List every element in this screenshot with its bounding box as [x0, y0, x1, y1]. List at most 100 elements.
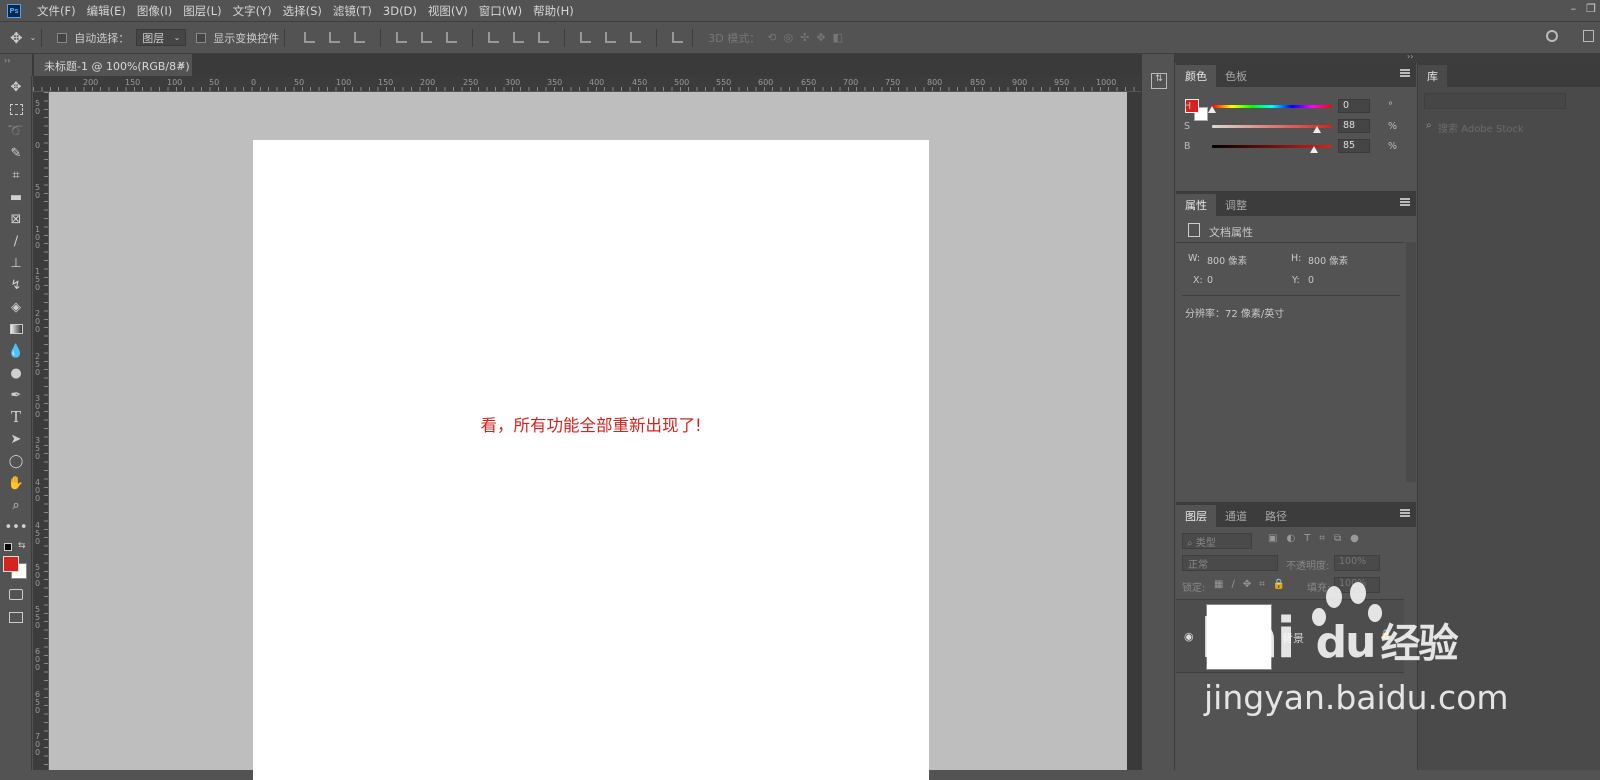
hue-slider[interactable]: H 0 °: [1184, 99, 1393, 113]
blend-mode-dropdown[interactable]: 正常: [1182, 555, 1278, 571]
tab-properties[interactable]: 属性: [1176, 194, 1216, 216]
document-tab[interactable]: 未标题-1 @ 100%(RGB/8#) ×: [34, 54, 192, 76]
roll-3d-icon[interactable]: ◎: [783, 31, 793, 44]
auto-select-dropdown[interactable]: 图层 ⌄: [136, 29, 187, 46]
screen-mode-icon[interactable]: [9, 612, 23, 623]
distribute-top-icon[interactable]: [488, 32, 500, 43]
pixel-filter-icon[interactable]: ▣: [1268, 533, 1277, 544]
hue-track[interactable]: [1212, 104, 1332, 108]
tab-paths[interactable]: 路径: [1256, 505, 1296, 527]
opacity-field[interactable]: 100%: [1334, 555, 1380, 571]
align-bottom-icon[interactable]: [354, 32, 366, 43]
clone-stamp-icon[interactable]: ⊥: [0, 252, 32, 274]
distribute-vcenter-icon[interactable]: [513, 32, 525, 43]
tool-preset[interactable]: ✥ ⌄: [10, 29, 36, 47]
distribute-hcenter-icon[interactable]: [605, 32, 617, 43]
menu-filter[interactable]: 滤镜(T): [333, 3, 372, 19]
shape-filter-icon[interactable]: ⌗: [1319, 533, 1325, 544]
quick-mask-icon[interactable]: [9, 589, 23, 600]
type-filter-icon[interactable]: T: [1304, 533, 1310, 544]
search-icon[interactable]: [1546, 30, 1558, 42]
layer-name[interactable]: 背景: [1282, 630, 1304, 646]
adjustment-filter-icon[interactable]: ◐: [1286, 533, 1295, 544]
close-icon[interactable]: ×: [177, 58, 186, 71]
blur-icon[interactable]: 💧: [0, 340, 32, 362]
menu-help[interactable]: 帮助(H): [533, 3, 574, 19]
hue-thumb[interactable]: [1208, 106, 1216, 113]
height-value[interactable]: 800 像素: [1308, 253, 1348, 267]
foreground-color-swatch[interactable]: [3, 556, 19, 572]
eye-icon[interactable]: ◉: [1184, 630, 1194, 643]
canvas-text-layer[interactable]: 看，所有功能全部重新出现了!: [253, 412, 929, 436]
document-canvas[interactable]: 看，所有功能全部重新出现了!: [253, 140, 929, 780]
tab-channels[interactable]: 通道: [1216, 505, 1256, 527]
width-value[interactable]: 800 像素: [1207, 253, 1247, 267]
move-tool-icon[interactable]: ✥: [0, 76, 32, 98]
fill-field[interactable]: 100%: [1334, 577, 1380, 593]
dodge-icon[interactable]: ●: [0, 362, 32, 384]
saturation-value[interactable]: 88: [1338, 119, 1370, 133]
layer-filter-dropdown[interactable]: ⌕ 类型: [1182, 533, 1252, 549]
menu-layer[interactable]: 图层(L): [183, 3, 221, 19]
scale-3d-icon[interactable]: ◧: [833, 31, 843, 44]
panel-menu-icon[interactable]: [1400, 69, 1410, 77]
smart-object-filter-icon[interactable]: ⧉: [1334, 533, 1341, 544]
lock-position-icon[interactable]: ✥: [1243, 579, 1251, 590]
x-value[interactable]: 0: [1207, 275, 1213, 286]
ellipse-icon[interactable]: ◯: [0, 450, 32, 472]
menu-view[interactable]: 视图(V): [428, 3, 468, 19]
align-hcenter-icon[interactable]: [421, 32, 433, 43]
workspace-icon[interactable]: [1583, 30, 1594, 42]
distribute-left-icon[interactable]: [580, 32, 592, 43]
lock-transparency-icon[interactable]: ▦: [1214, 579, 1223, 590]
brightness-value[interactable]: 85: [1338, 139, 1370, 153]
align-vcenter-icon[interactable]: [329, 32, 341, 43]
menu-window[interactable]: 窗口(W): [479, 3, 522, 19]
menu-edit[interactable]: 编辑(E): [87, 3, 126, 19]
align-top-icon[interactable]: [304, 32, 316, 43]
orbit-3d-icon[interactable]: ⟲: [767, 31, 776, 44]
hand-icon[interactable]: ✋: [0, 472, 32, 494]
canvas-area[interactable]: 看，所有功能全部重新出现了!: [49, 92, 1141, 780]
type-tool-icon[interactable]: T: [0, 406, 32, 428]
lasso-icon[interactable]: ➰: [0, 120, 32, 142]
panel-menu-icon[interactable]: [1400, 509, 1410, 517]
filter-toggle-icon[interactable]: ●: [1350, 533, 1359, 544]
show-transform-checkbox[interactable]: [196, 32, 207, 43]
history-panel-icon[interactable]: ⇅: [1151, 73, 1167, 89]
library-dropdown[interactable]: [1424, 93, 1566, 109]
dock-collapse-bar[interactable]: ‹‹ ››: [1141, 52, 1600, 63]
history-brush-icon[interactable]: ↯: [0, 274, 32, 296]
distribute-right-icon[interactable]: [630, 32, 642, 43]
brush-icon[interactable]: ∕: [0, 230, 32, 252]
eraser-icon[interactable]: ◈: [0, 296, 32, 318]
pan-3d-icon[interactable]: ✣: [800, 31, 809, 44]
brightness-thumb[interactable]: [1310, 146, 1318, 153]
chevron-down-icon[interactable]: ⌄: [30, 33, 37, 42]
tab-adjustments[interactable]: 调整: [1216, 194, 1256, 216]
tab-color[interactable]: 颜色: [1176, 65, 1216, 87]
stock-search-input[interactable]: 搜索 Adobe Stock: [1438, 120, 1524, 135]
menu-type[interactable]: 文字(Y): [233, 3, 272, 19]
rectangular-marquee-icon[interactable]: [0, 98, 32, 120]
y-value[interactable]: 0: [1308, 275, 1314, 286]
properties-scrollbar[interactable]: [1406, 242, 1416, 482]
frame-icon[interactable]: ⊠: [0, 208, 32, 230]
swap-colors-icon[interactable]: ⇆: [18, 541, 26, 551]
gradient-icon[interactable]: [0, 318, 32, 340]
quick-selection-icon[interactable]: ✎: [0, 142, 32, 164]
collapse-right-icon[interactable]: ››: [1407, 52, 1413, 61]
brightness-slider[interactable]: B 85 %: [1184, 139, 1397, 153]
toolbar-collapse-icon[interactable]: ››: [4, 56, 10, 65]
auto-select-checkbox[interactable]: [57, 32, 68, 43]
restore-icon[interactable]: ❐: [1586, 2, 1596, 15]
auto-align-icon[interactable]: [672, 32, 684, 43]
menu-image[interactable]: 图像(I): [137, 3, 172, 19]
default-colors-icon[interactable]: [4, 543, 12, 551]
eyedropper-icon[interactable]: ▬: [0, 186, 32, 208]
more-tools-icon[interactable]: •••: [0, 516, 32, 538]
lock-artboard-icon[interactable]: ⌗: [1259, 579, 1265, 590]
hue-value[interactable]: 0: [1338, 99, 1370, 113]
tab-library[interactable]: 库: [1418, 65, 1447, 87]
menu-file[interactable]: 文件(F): [37, 3, 76, 19]
